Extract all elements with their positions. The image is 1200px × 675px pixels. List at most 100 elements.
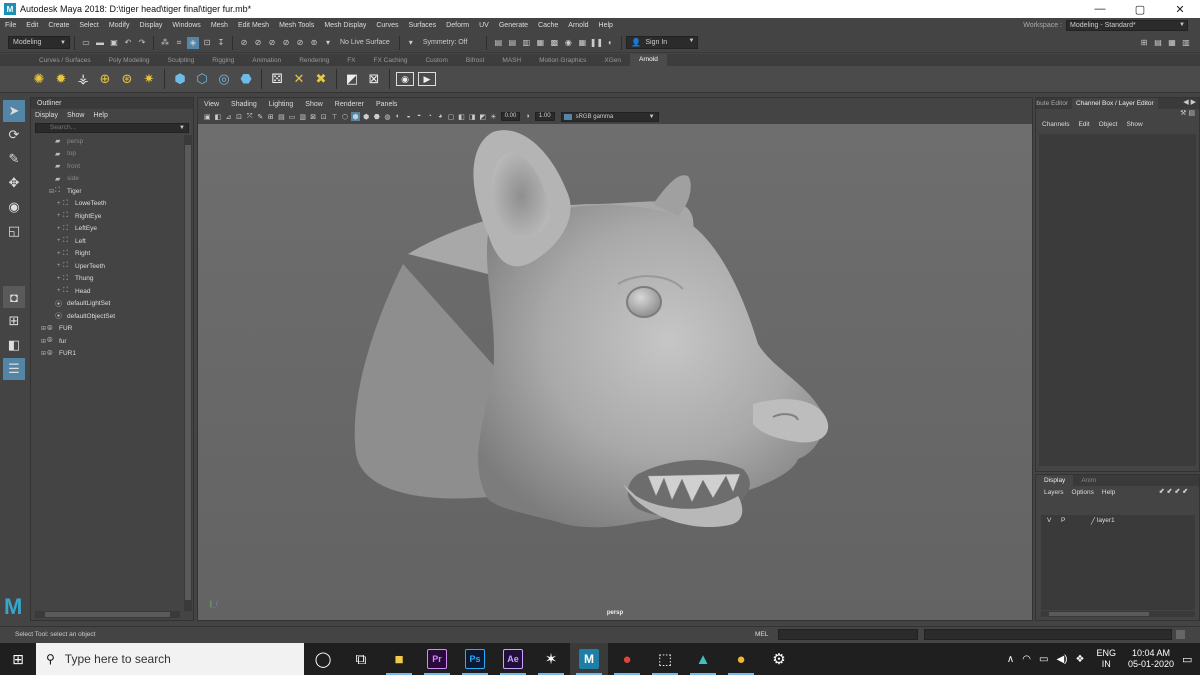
menu-generate[interactable]: Generate <box>494 22 533 29</box>
workspace-dropdown[interactable]: Modeling - Standard* ▼ <box>1066 19 1188 31</box>
film-gate-icon[interactable]: ▤ <box>277 112 286 121</box>
outliner-item-fur[interactable]: ⊞ ⦾ fur <box>31 335 185 348</box>
menu-mesh-display[interactable]: Mesh Display <box>319 22 371 29</box>
snap-point-icon[interactable]: ⊘ <box>266 37 278 49</box>
volume-icon[interactable]: ◀) <box>1056 654 1067 665</box>
outliner-item-top[interactable]: ▰ top <box>31 148 185 161</box>
eye-icon[interactable]: ◉ <box>396 72 414 86</box>
task-view-icon[interactable]: ⧉ <box>342 643 380 675</box>
area-light-icon[interactable]: ✺ <box>30 70 48 88</box>
sign-in-dropdown[interactable]: 👤 Sign In ▼ <box>626 36 699 49</box>
layer-actions-icon[interactable]: ⬋ ⬋ ⬋ ⬋ <box>1159 487 1188 495</box>
menu-layers[interactable]: Layers <box>1044 489 1064 496</box>
shelf-tab-fx-caching[interactable]: FX Caching <box>365 57 417 64</box>
battery-icon[interactable]: ▭ <box>1039 654 1048 665</box>
outliner-horizontal-scrollbar[interactable] <box>35 611 180 618</box>
chrome-second-icon[interactable]: ● <box>722 643 760 675</box>
snap-live-icon[interactable]: ⊚ <box>308 37 320 49</box>
layer-visibility[interactable]: V <box>1047 517 1061 524</box>
minimize-button[interactable]: — <box>1080 3 1120 15</box>
select-hierarchy-icon[interactable]: ⁂ <box>159 37 171 49</box>
outliner-item-defaultobjectset[interactable]: ⦿ defaultObjectSet <box>31 310 185 323</box>
menu-create[interactable]: Create <box>43 22 74 29</box>
volume-icon[interactable]: ◎ <box>215 70 233 88</box>
menu-show[interactable]: Show <box>1126 121 1142 128</box>
tab-display[interactable]: Display <box>1036 475 1074 486</box>
menu-object[interactable]: Object <box>1099 121 1118 128</box>
maximize-button[interactable]: ▢ <box>1120 3 1160 16</box>
smooth-shade-icon[interactable]: ⬢ <box>351 112 361 121</box>
image-plane-icon[interactable]: ⊡ <box>235 112 244 121</box>
recorder-icon[interactable]: ⬚ <box>646 643 684 675</box>
select-camera-icon[interactable]: ▣ <box>203 112 212 121</box>
attribute-editor-icon[interactable]: ▤ <box>1152 37 1164 49</box>
gamma-field[interactable]: 1.00 <box>534 112 555 121</box>
outliner-item-side[interactable]: ▰ side <box>31 173 185 186</box>
ipr-render-icon[interactable]: ◉ <box>562 37 574 49</box>
tab-attribute-editor[interactable]: Attribute Editor <box>1036 100 1072 107</box>
menu-edit[interactable]: Edit <box>21 22 43 29</box>
grid-icon[interactable]: ⊞ <box>266 112 275 121</box>
menu-modify[interactable]: Modify <box>104 22 135 29</box>
export-standin-icon[interactable]: ⬡ <box>193 70 211 88</box>
shelf-tab-rigging[interactable]: Rigging <box>203 57 243 64</box>
shadows-icon[interactable]: ◐ <box>393 112 402 121</box>
persp-outliner-icon[interactable]: ◧ <box>3 334 25 356</box>
outliner-item-fur1[interactable]: ⊞ ⦾ FUR1 <box>31 348 185 361</box>
shelf-tab-animation[interactable]: Animation <box>243 57 290 64</box>
tool-settings-icon[interactable]: ▦ <box>1166 37 1178 49</box>
chevron-up-icon[interactable]: ∧ <box>1007 654 1014 665</box>
shelf-tab-xgen[interactable]: XGen <box>595 57 630 64</box>
depth-of-field-icon[interactable]: ◕ <box>436 112 445 121</box>
field-chart-icon[interactable]: ⊠ <box>309 112 318 121</box>
xray-active-icon[interactable]: ◨ <box>468 112 477 121</box>
paint-select-tool-icon[interactable]: ✎ <box>3 148 25 170</box>
channel-options-icon[interactable]: ⚒ ▤ <box>1180 109 1195 118</box>
outliner-item-head[interactable]: + ⛶ Head <box>31 285 185 298</box>
zbrush-icon[interactable]: ✶ <box>532 643 570 675</box>
input-graph-icon[interactable]: ▤ <box>492 37 504 49</box>
snap-curve-icon[interactable]: ⊘ <box>252 37 264 49</box>
menu-surfaces[interactable]: Surfaces <box>404 22 442 29</box>
layer-playback[interactable]: P <box>1061 517 1091 524</box>
textured-icon[interactable]: ⬣ <box>372 112 381 121</box>
tab-scroll-arrows-icon[interactable]: ◀ ▶ <box>1183 98 1196 106</box>
scrollbar-thumb[interactable] <box>185 145 191 600</box>
menu-curves[interactable]: Curves <box>371 22 403 29</box>
layer-name[interactable]: layer1 <box>1097 517 1115 524</box>
outliner-item-fur[interactable]: ⊞ ⦾ FUR <box>31 323 185 336</box>
wireframe-on-shaded-icon[interactable]: ⬢ <box>362 112 371 121</box>
select-component-icon[interactable]: ◈ <box>187 36 199 49</box>
ipr-icon[interactable]: ⊠ <box>365 70 383 88</box>
tab-anim[interactable]: Anim <box>1073 477 1104 484</box>
mel-label[interactable]: MEL <box>755 631 768 638</box>
outliner-item-defaultlightset[interactable]: ⦿ defaultLightSet <box>31 298 185 311</box>
shelf-tab-curves-surfaces[interactable]: Curves / Surfaces <box>30 57 100 64</box>
menu-file[interactable]: File <box>0 22 21 29</box>
menu-edit-mesh[interactable]: Edit Mesh <box>233 22 274 29</box>
menu-deform[interactable]: Deform <box>441 22 474 29</box>
select-object-icon[interactable]: ⌗ <box>173 37 185 49</box>
safe-action-icon[interactable]: ⊡ <box>319 112 328 121</box>
shelf-tab-rendering[interactable]: Rendering <box>290 57 338 64</box>
snap-view-icon[interactable]: ⊘ <box>294 37 306 49</box>
shelf-tab-sculpting[interactable]: Sculpting <box>159 57 204 64</box>
color-space-dropdown[interactable]: sRGB gamma ▼ <box>560 111 659 122</box>
render-icon[interactable]: ◩ <box>343 70 361 88</box>
mudbox-icon[interactable]: ▲ <box>684 643 722 675</box>
layer-color-icon[interactable]: ╱ <box>1091 517 1095 525</box>
skydome-light-icon[interactable]: ⊕ <box>96 70 114 88</box>
menu-mesh[interactable]: Mesh <box>206 22 233 29</box>
outliner-item-lefteye[interactable]: + ⛶ LeftEye <box>31 223 185 236</box>
menu-display[interactable]: Display <box>134 22 167 29</box>
rotate-tool-icon[interactable]: ◉ <box>3 196 25 218</box>
exposure-icon[interactable]: ☀ <box>489 112 498 121</box>
menu-set-dropdown[interactable]: Modeling ▼ <box>8 36 70 49</box>
snap-projected-icon[interactable]: ⊘ <box>280 37 292 49</box>
play-icon[interactable]: ▶ <box>418 72 436 86</box>
hypershade-icon[interactable]: ◐ <box>604 37 616 49</box>
taskbar-search-box[interactable]: ⚲ Type here to search <box>36 643 304 675</box>
undo-icon[interactable]: ↶ <box>122 37 134 49</box>
tiger-head-model[interactable] <box>198 124 1032 620</box>
resolution-gate-icon[interactable]: ▭ <box>288 112 297 121</box>
